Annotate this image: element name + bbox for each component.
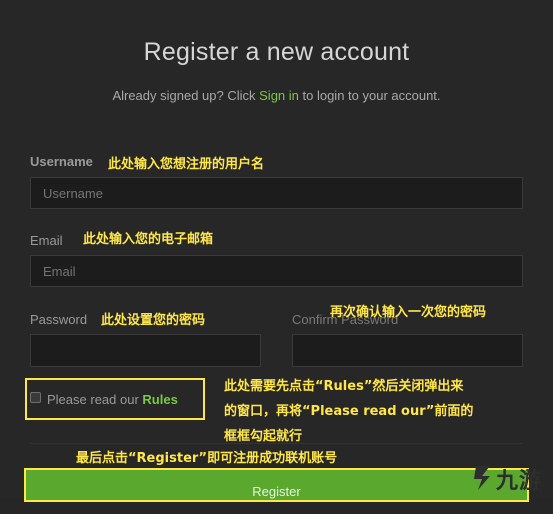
page-title: Register a new account [143,38,410,66]
watermark-text: 九游 [496,469,543,494]
signin-link[interactable]: Sign in [259,88,299,103]
rules-link[interactable]: Rules [142,392,177,407]
rules-annotation-line3: 框框勾起就行 [224,429,303,444]
confirm-password-input[interactable] [292,334,523,367]
password-input[interactable] [30,334,261,367]
username-annotation: 此处输入您想注册的用户名 [108,157,265,172]
rules-annotation-line2: 的窗口，再将“Please read our”前面的 [224,404,474,419]
signin-prompt: Already signed up? Click Sign in to logi… [0,88,553,103]
username-input[interactable] [30,177,523,209]
signin-prompt-prefix: Already signed up? Click [112,88,260,103]
rules-annotation-line1: 此处需要先点击“Rules”然后关闭弹出来 [224,379,464,394]
register-annotation: 最后点击“Register”即可注册成功联机账号 [76,451,338,466]
email-annotation: 此处输入您的电子邮箱 [83,232,214,247]
rules-prefix: Please read our [47,392,143,407]
jiuyou-logo-icon [474,466,490,490]
confirm-password-annotation: 再次确认输入一次您的密码 [330,305,487,320]
email-label: Email [30,233,63,248]
rules-checkbox[interactable] [30,392,41,403]
username-label: Username [30,154,93,169]
register-panel: Register a new account Already signed up… [0,0,553,502]
password-label: Password [30,312,88,327]
register-button[interactable]: Register [24,468,529,502]
password-annotation: 此处设置您的密码 [101,313,206,328]
rules-checkbox-label: Please read our Rules [47,392,178,407]
watermark: 九游 [468,458,553,498]
signin-prompt-suffix: to login to your account. [298,88,441,103]
form-divider [30,443,523,444]
email-input[interactable] [30,255,523,287]
